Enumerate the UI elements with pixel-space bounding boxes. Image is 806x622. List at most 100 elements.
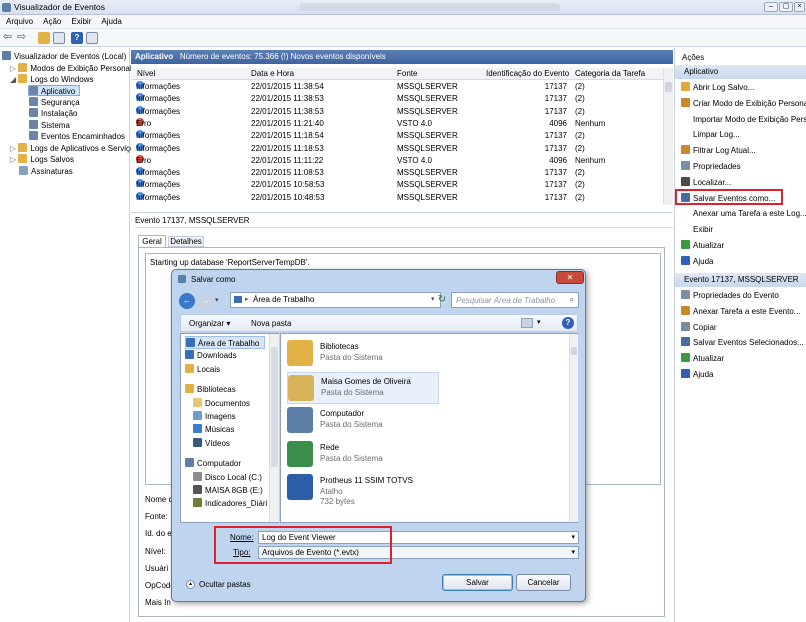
file-item[interactable]: Computador Pasta do Sistema xyxy=(287,405,467,437)
tree-item-saved-logs[interactable]: ▷ Logs Salvos xyxy=(10,154,74,165)
save-button[interactable]: Salvar xyxy=(442,574,513,591)
tree-item-system[interactable]: Sistema xyxy=(29,120,70,131)
actions-section-event[interactable]: Evento 17137, MSSQLSERVER xyxy=(675,273,806,287)
tab-general[interactable]: Geral xyxy=(138,235,166,247)
hide-folders-toggle[interactable]: Ocultar pastas xyxy=(199,580,251,589)
event-row[interactable]: i Informações 22/01/2015 10:48:53 MSSQLSERV… xyxy=(131,191,663,204)
action-item[interactable]: Exibir xyxy=(681,223,713,237)
view-options-icon[interactable] xyxy=(521,318,533,328)
col-date[interactable]: Data e Hora xyxy=(251,69,294,78)
nav-item[interactable]: Imagens xyxy=(193,410,236,423)
maximize-button[interactable]: ▢ xyxy=(779,2,793,12)
action-pane-icon[interactable] xyxy=(86,32,98,44)
recent-dropdown-icon[interactable]: ▾ xyxy=(215,296,219,304)
action-item[interactable]: Anexar Tarefa a este Evento... xyxy=(681,305,800,319)
nav-item[interactable]: Locais xyxy=(185,363,220,376)
address-dropdown-icon[interactable]: ▾ xyxy=(431,295,435,303)
organize-button[interactable]: Organizar ▾ xyxy=(189,319,230,328)
nav-item[interactable]: Área de Trabalho xyxy=(185,336,265,349)
file-item[interactable]: Bibliotecas Pasta do Sistema xyxy=(287,338,467,370)
event-row[interactable]: i Informações 22/01/2015 11:18:54 MSSQLSERV… xyxy=(131,130,663,142)
event-row[interactable]: i Informações 22/01/2015 10:58:53 MSSQLSERV… xyxy=(131,179,663,191)
tree-item-forwarded[interactable]: Eventos Encaminhados xyxy=(29,131,125,142)
file-item[interactable]: Rede Pasta do Sistema xyxy=(287,439,467,471)
folder-up-icon[interactable] xyxy=(38,32,50,44)
action-item[interactable]: Importar Modo de Exibição Pers xyxy=(681,113,806,127)
console-tree-icon[interactable] xyxy=(53,32,65,44)
nav-item[interactable]: Disco Local (C:) xyxy=(193,471,262,484)
dialog-close-button[interactable]: ✕ xyxy=(556,271,584,284)
file-item[interactable]: Protheus 11 SSIM TOTVS Atalho 732 bytes xyxy=(287,472,467,506)
action-item[interactable]: Localizar... xyxy=(681,176,731,190)
minimize-button[interactable]: – xyxy=(764,2,778,12)
forward-icon[interactable]: ⇨ xyxy=(17,32,29,44)
tree-item-custom-views[interactable]: ▷ Modos de Exibição Personali xyxy=(10,63,134,74)
event-category: (2) xyxy=(575,131,585,141)
action-item[interactable]: Atualizar xyxy=(681,352,724,366)
nav-item[interactable]: MAISA 8GB (E:) xyxy=(193,484,263,497)
action-item[interactable]: Filtrar Log Atual... xyxy=(681,144,756,158)
action-item[interactable]: Propriedades xyxy=(681,160,741,174)
nav-item[interactable]: Músicas xyxy=(193,423,234,436)
event-row[interactable]: i Informações 22/01/2015 11:38:53 MSSQLSERV… xyxy=(131,105,663,118)
event-row[interactable]: ! Erro 22/01/2015 11:11:22 VSTO 4.0 4096 Nenh… xyxy=(131,154,663,167)
action-item[interactable]: Abrir Log Salvo... xyxy=(681,81,754,95)
back-icon[interactable]: ⇦ xyxy=(3,32,15,44)
tree-item-windows-logs[interactable]: ◢ Logs do Windows xyxy=(10,74,94,85)
nav-scrollbar[interactable] xyxy=(269,334,279,522)
refresh-icon[interactable]: ↻ xyxy=(435,294,449,308)
hide-folders-icon[interactable]: ▴ xyxy=(186,580,195,589)
help-icon[interactable]: ? xyxy=(71,32,83,44)
nav-item[interactable]: Downloads xyxy=(185,349,237,362)
event-row[interactable]: i Informações 22/01/2015 11:38:53 MSSQLSERV… xyxy=(131,93,663,105)
event-list-scrollbar[interactable] xyxy=(663,68,673,205)
nav-item[interactable]: Bibliotecas xyxy=(185,383,236,396)
event-row[interactable]: i Informações 22/01/2015 11:38:54 MSSQLSERV… xyxy=(131,81,663,93)
action-item[interactable]: Criar Modo de Exibição Persona xyxy=(681,97,806,111)
col-event-id[interactable]: Identificação do Evento xyxy=(486,69,569,78)
menu-acao[interactable]: Ação xyxy=(37,15,65,26)
event-row[interactable]: ! Erro 22/01/2015 11:21:40 VSTO 4.0 4096 Nenh… xyxy=(131,117,663,130)
tree-item-subscriptions[interactable]: Assinaturas xyxy=(19,166,73,177)
action-item[interactable]: Ajuda xyxy=(681,368,713,382)
menu-arquivo[interactable]: Arquivo xyxy=(0,15,37,26)
col-source[interactable]: Fonte xyxy=(397,69,417,78)
action-item[interactable]: Ajuda xyxy=(681,255,713,269)
event-row[interactable]: i Informações 22/01/2015 11:08:53 MSSQLSERV… xyxy=(131,167,663,179)
col-task-category[interactable]: Categoria da Tarefa xyxy=(575,69,645,78)
action-item[interactable]: Atualizar xyxy=(681,239,724,253)
action-item[interactable]: Limpar Log... xyxy=(681,128,740,142)
action-item[interactable]: Copiar xyxy=(681,321,717,335)
address-bar[interactable]: ▸ Área de Trabalho ▸ ▾ xyxy=(230,292,441,308)
new-folder-button[interactable]: Nova pasta xyxy=(251,319,291,328)
tab-details[interactable]: Detalhes xyxy=(168,236,204,247)
action-item[interactable]: Salvar Eventos Selecionados... xyxy=(681,336,804,350)
dialog-forward-icon[interactable]: → xyxy=(197,293,213,309)
search-input[interactable]: Pesquisar Área de Trabalho ⌕ xyxy=(451,292,579,308)
action-item[interactable]: Anexar uma Tarefa a este Log... xyxy=(681,207,806,221)
menu-bar: Arquivo Ação Exibir Ajuda xyxy=(0,15,806,29)
menu-exibir[interactable]: Exibir xyxy=(65,15,95,26)
actions-section-application[interactable]: Aplicativo xyxy=(675,65,806,79)
filename-dropdown-icon[interactable]: ▾ xyxy=(571,533,575,541)
tree-item-app-services-logs[interactable]: ▷ Logs de Aplicativos e Serviço xyxy=(10,143,134,154)
tree-item-root[interactable]: Visualizador de Eventos (Local) xyxy=(2,51,126,62)
tree-item-setup[interactable]: Instalação xyxy=(29,108,77,119)
cancel-button[interactable]: Cancelar xyxy=(516,574,571,591)
nav-item[interactable]: Documentos xyxy=(193,397,250,410)
action-item[interactable]: Propriedades do Evento xyxy=(681,289,779,303)
nav-item[interactable]: Computador xyxy=(185,457,241,470)
event-row[interactable]: i Informações 22/01/2015 11:18:53 MSSQLSERV… xyxy=(131,142,663,155)
tree-item-application[interactable]: Aplicativo xyxy=(28,85,81,96)
dialog-help-icon[interactable]: ? xyxy=(562,317,574,329)
file-item[interactable]: Maisa Gomes de Oliveira Pasta do Sistema xyxy=(287,371,439,404)
nav-item[interactable]: Vídeos xyxy=(193,437,230,450)
file-list-scrollbar[interactable] xyxy=(569,334,578,522)
menu-ajuda[interactable]: Ajuda xyxy=(95,15,125,26)
tree-item-security[interactable]: Segurança xyxy=(29,97,80,108)
col-level[interactable]: Nível xyxy=(137,69,155,78)
dialog-back-icon[interactable]: ← xyxy=(179,293,195,309)
nav-item[interactable]: Indicadores_Diári xyxy=(193,497,267,510)
filetype-dropdown-icon[interactable]: ▾ xyxy=(571,548,575,556)
close-button[interactable]: × xyxy=(794,2,805,12)
